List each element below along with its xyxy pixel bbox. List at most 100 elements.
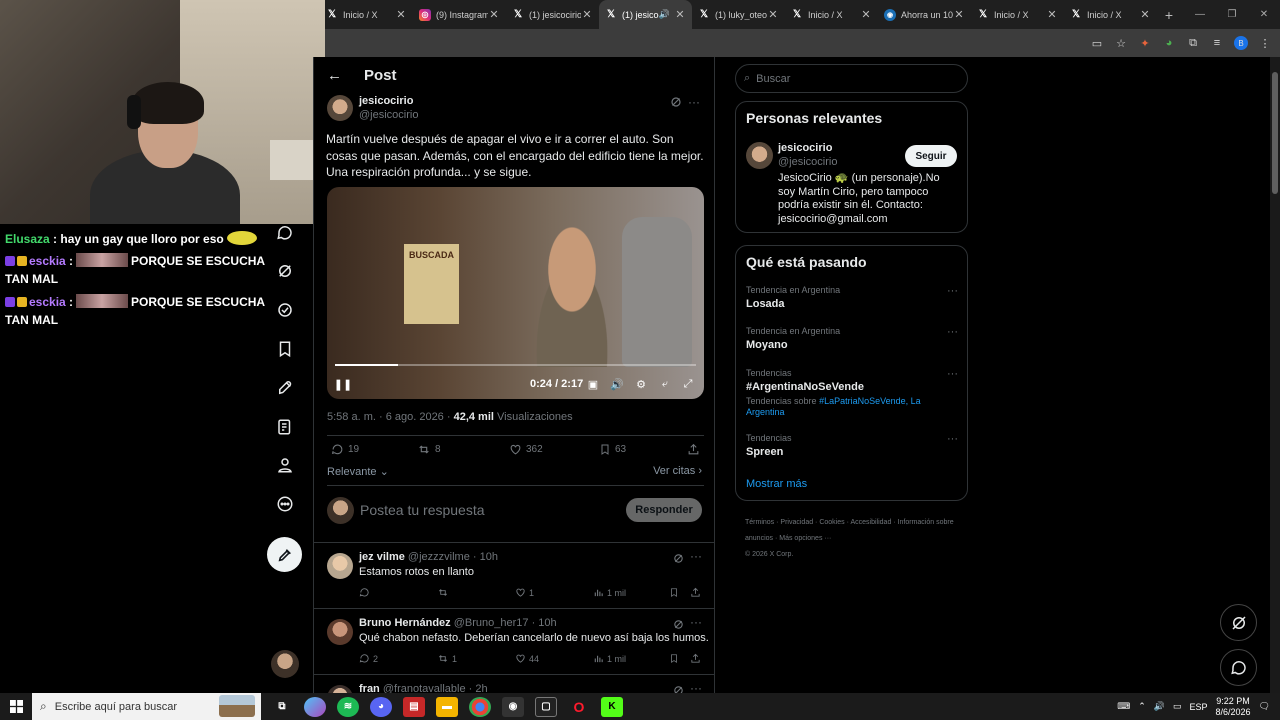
grok-fab[interactable] [1220,604,1257,641]
more-options-icon[interactable]: ··· [947,368,958,380]
reply-avatar[interactable] [327,619,353,645]
browser-tab[interactable]: ◉ Ahorra un 10 ✕ [878,0,971,29]
relevant-avatar[interactable] [746,142,773,169]
browser-tab[interactable]: ◎ (9) Instagram ✕ [413,0,506,29]
more-options-icon[interactable]: ··· [690,549,702,563]
more-nav-icon[interactable] [272,491,298,517]
show-more-link[interactable]: Mostrar más [746,478,807,490]
kick-icon[interactable]: K [601,696,623,717]
browser-tab[interactable]: 𝕏 (1) jesicocirio ✕ [506,0,599,29]
messages-fab[interactable] [1220,649,1257,686]
windows-start-icon[interactable] [0,700,32,713]
author-handle[interactable]: @jesicocirio [359,109,418,121]
browser-tab[interactable]: 𝕏 Inicio / X ✕ [785,0,878,29]
close-window-button[interactable]: ✕ [1248,0,1280,29]
account-avatar[interactable] [271,650,299,678]
heart-icon[interactable]: 1 [515,587,534,598]
extension-icon[interactable]: ✦ [1138,36,1152,50]
keyboard-icon[interactable]: ⌨ [1117,701,1130,712]
close-icon[interactable]: ✕ [395,8,407,21]
close-icon[interactable]: ✕ [767,8,779,21]
grok-icon[interactable] [673,617,684,635]
obs-icon[interactable]: ◉ [502,696,524,717]
close-icon[interactable]: ✕ [674,8,686,21]
clock[interactable]: 9:22 PM 8/6/2026 [1216,696,1251,718]
network-icon[interactable]: ▭ [1173,701,1182,712]
footer-link[interactable]: Términos [745,519,774,526]
speaker-icon[interactable]: 🔊 [659,9,670,20]
volume-icon[interactable]: 🔊 [609,376,625,392]
trend-item[interactable]: Tendencia en Argentina Moyano ··· [746,326,958,351]
footer-link[interactable]: Cookies [819,519,844,526]
notifications-icon[interactable]: 🗨 [1259,701,1270,712]
reply-avatar[interactable] [327,685,353,693]
author-name[interactable]: jesicocirio [359,95,413,107]
profile-nav-icon[interactable] [272,452,298,478]
restore-button[interactable]: ❐ [1216,0,1248,29]
reply-avatar[interactable] [327,553,353,579]
share-icon[interactable] [687,443,704,456]
grok-nav-icon[interactable] [272,258,298,284]
footer-link[interactable]: Accesibilidad [850,519,891,526]
opera-icon[interactable]: O [568,697,590,717]
back-arrow-icon[interactable]: ← [327,67,342,84]
profile-avatar[interactable]: B [1234,36,1248,50]
more-options-icon[interactable]: ··· [947,326,958,338]
grok-icon[interactable] [673,551,684,569]
browser-tab[interactable]: 𝕏 Inicio / X ✕ [320,0,413,29]
like-action[interactable]: 362 [509,443,543,456]
file-explorer-icon[interactable]: ▬ [436,696,458,717]
browser-tab-active[interactable]: 𝕏(1) jesicocirio🔊✕ [599,0,692,29]
verified-nav-icon[interactable] [272,297,298,323]
reply-post[interactable]: fran @franotavallable · 2h ··· [314,674,714,693]
language-indicator[interactable]: ESP [1190,702,1208,712]
views-icon[interactable]: 1 mil [593,653,626,664]
discord-icon[interactable]: ◕ [370,696,392,717]
search-input[interactable]: ⌕ Buscar [735,64,968,93]
bookmark-action[interactable]: 63 [599,443,626,456]
share-icon[interactable] [690,653,704,664]
trend-item[interactable]: Tendencia en Argentina Losada ··· [746,285,958,310]
business-nav-icon[interactable] [272,375,298,401]
bookmarks-nav-icon[interactable] [272,336,298,362]
trend-item[interactable]: Tendencias Spreen ··· [746,433,958,458]
cast-icon[interactable]: ▭ [1090,36,1104,50]
follow-button[interactable]: Seguir [905,145,957,167]
reply-post[interactable]: jez vilme @jezzzvilme · 10h Estamos roto… [314,542,714,608]
extension-icon[interactable]: ◕ [1162,36,1176,50]
heart-icon[interactable]: 44 [515,653,539,664]
app-icon[interactable]: ▤ [403,696,425,717]
views-icon[interactable]: 1 mil [593,587,626,598]
scrollbar[interactable] [1270,57,1280,693]
sort-dropdown[interactable]: Relevante ⌄ [327,465,389,478]
fullscreen-icon[interactable]: ⤢ [680,376,696,392]
task-view-icon[interactable]: ⧉ [271,697,293,717]
reply-input[interactable]: Postea tu respuesta [360,502,485,518]
app-icon[interactable]: ▢ [535,696,557,717]
video-progress-bar[interactable] [335,364,696,366]
repost-icon[interactable] [437,587,452,598]
spotify-icon[interactable]: ≋ [337,696,359,717]
pause-icon[interactable]: ❚❚ [334,376,352,392]
close-icon[interactable]: ✕ [1139,8,1151,21]
footer-link[interactable]: Privacidad [780,519,813,526]
new-tab-button[interactable]: + [1157,7,1181,23]
browser-tab[interactable]: 𝕏 (1) luky_oteo ✕ [692,0,785,29]
articles-nav-icon[interactable] [272,414,298,440]
author-avatar[interactable] [327,95,353,121]
reply-icon[interactable]: 2 [359,653,378,664]
view-quotes-link[interactable]: Ver citas › [653,465,702,477]
close-icon[interactable]: ✕ [1046,8,1058,21]
puzzle-icon[interactable]: ⧉ [1186,36,1200,50]
browser-tab[interactable]: 𝕏 Inicio / X ✕ [971,0,1064,29]
chrome-icon[interactable] [469,696,491,717]
more-options-icon[interactable]: ··· [947,285,958,297]
bookmark-star-icon[interactable]: ☆ [1114,36,1128,50]
minimize-button[interactable]: — [1184,0,1216,29]
browser-tab[interactable]: 𝕏 Inicio / X ✕ [1064,0,1157,29]
menu-icon[interactable]: ⋮ [1258,36,1272,50]
close-icon[interactable]: ✕ [860,8,872,21]
footer-link[interactable]: Más opciones ··· [779,535,831,542]
bookmark-icon[interactable] [669,653,682,664]
taskbar-search[interactable]: ⌕ Escribe aquí para buscar [32,693,261,720]
